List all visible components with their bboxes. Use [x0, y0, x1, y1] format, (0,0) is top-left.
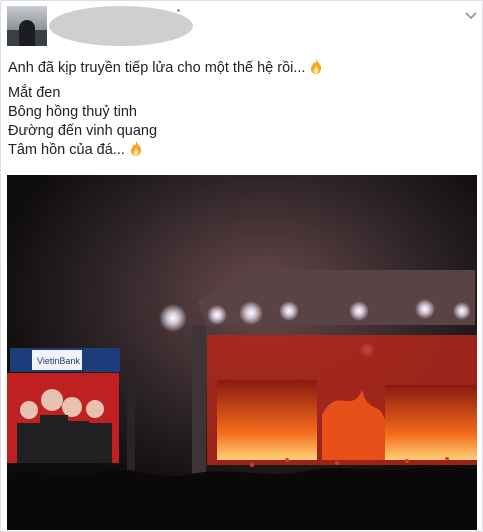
post-line-2: Mắt đen: [8, 85, 61, 101]
post-card: Anh đã kịp truyền tiếp lửa cho một thế h…: [0, 0, 483, 532]
fire-emoji-icon: [130, 141, 142, 156]
post-line-3: Bông hồng thuỷ tinh: [8, 104, 137, 120]
post-line-5: Tâm hồn của đá...: [8, 140, 143, 160]
separator-dot: [177, 9, 180, 12]
chevron-down-icon[interactable]: [463, 7, 479, 23]
banner-text: VietinBank: [37, 356, 80, 366]
author-name-redacted: [49, 6, 193, 46]
post-line-1: Anh đã kịp truyền tiếp lửa cho một thế h…: [8, 58, 323, 78]
concert-stage-photo-icon: VietinBank: [7, 175, 477, 530]
post-line-4: Đường đến vinh quang: [8, 123, 158, 139]
fire-emoji-icon: [311, 59, 322, 74]
concert-photo[interactable]: VietinBank: [7, 175, 477, 530]
author-avatar[interactable]: [7, 6, 47, 46]
post-line-text: Tâm hồn của đá...: [8, 142, 125, 158]
post-line-text: Anh đã kịp truyền tiếp lửa cho một thế h…: [8, 60, 306, 76]
